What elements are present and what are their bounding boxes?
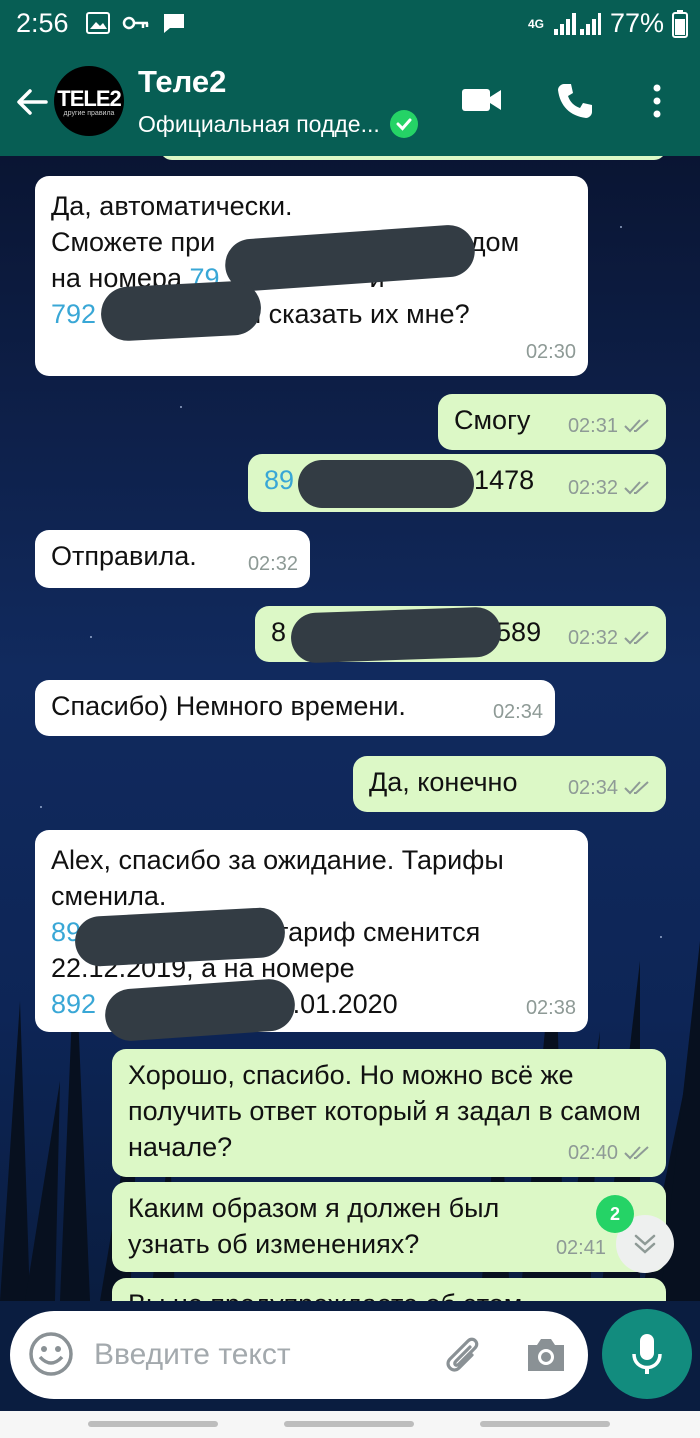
double-check-icon	[624, 1146, 649, 1160]
message-time: 02:41	[555, 1237, 606, 1259]
mic-icon	[632, 1334, 662, 1374]
message-incoming[interactable]: Отправила. 02:32	[35, 530, 310, 588]
composer-box	[10, 1311, 588, 1399]
message-text: Каким образом я должен был узнать об изм…	[128, 1193, 500, 1259]
message-time: 02:31	[567, 415, 618, 437]
nav-recents[interactable]	[88, 1421, 218, 1427]
message-text: Да, конечно	[369, 767, 518, 797]
scroll-down-icon	[634, 1234, 656, 1254]
phone-link[interactable]: 792	[51, 299, 96, 329]
status-time: 2:56	[16, 8, 69, 38]
message-text: Спасибо) Немного времени.	[51, 691, 406, 721]
message-meta: 02:34	[493, 694, 543, 730]
back-arrow-icon[interactable]	[14, 84, 50, 120]
redaction	[298, 460, 474, 508]
status-right: 4G 77%	[528, 8, 688, 39]
signal-icon	[553, 12, 601, 35]
message-outgoing[interactable]: 8 589 02:32	[255, 606, 666, 664]
chat-area[interactable]: Да, автоматически. Сможете приsms с кодо…	[0, 156, 700, 1301]
network-type: 4G	[527, 16, 544, 31]
status-notification-icons	[86, 12, 186, 34]
message-text: Смогу	[454, 405, 531, 435]
message-incoming[interactable]: Да, автоматически. Сможете приsms с кодо…	[35, 176, 588, 376]
message-outgoing[interactable]: Хорошо, спасибо. Но можно всё же получит…	[112, 1049, 666, 1177]
message-outgoing[interactable]: Да, конечно 02:34	[353, 756, 666, 812]
composer-bar	[0, 1301, 700, 1411]
message-outgoing[interactable]: Каким образом я должен был узнать об изм…	[112, 1182, 666, 1272]
message-line: Alex, спасибо за ожидание. Тарифы	[51, 845, 504, 875]
double-check-icon	[624, 481, 649, 495]
message-incoming[interactable]: Спасибо) Немного времени. 02:34	[35, 680, 555, 736]
battery-icon	[672, 9, 688, 38]
verified-icon	[389, 110, 418, 138]
message-text: Хорошо, спасибо. Но можно всё же получит…	[128, 1060, 641, 1162]
message-meta: 02:40	[568, 1135, 654, 1171]
message-meta: 02:34	[568, 770, 654, 806]
message-text: 589	[496, 617, 542, 647]
message-outgoing[interactable]: Смогу 02:31	[438, 394, 666, 450]
message-line: сменила.	[51, 881, 167, 911]
message-meta: 02:41	[556, 1230, 606, 1266]
message-text: 1478	[474, 465, 535, 495]
nav-home[interactable]	[284, 1421, 414, 1427]
nav-back[interactable]	[480, 1421, 610, 1427]
unread-count-badge: 2	[596, 1195, 634, 1233]
message-text: 8	[271, 617, 287, 647]
message-line: Да, автоматически.	[51, 191, 293, 221]
status-bar: 2:56 4G 77%	[0, 0, 700, 48]
message-outgoing[interactable]: 89 1478 02:32	[248, 454, 666, 512]
message-notification-icon	[164, 14, 184, 33]
chat-header: TELE2 другие правила Теле2 Официальная п…	[0, 48, 700, 156]
emoji-icon[interactable]	[28, 1331, 74, 1377]
message-input[interactable]	[94, 1333, 424, 1377]
message-time: 02:32	[567, 627, 618, 649]
message-incoming[interactable]: Alex, спасибо за ожидание. Тарифы сменил…	[35, 830, 588, 1043]
double-check-icon	[624, 631, 649, 645]
battery-level: 77%	[609, 8, 664, 38]
message-meta: 02:32	[568, 470, 654, 506]
gallery-icon	[86, 12, 110, 34]
message-bubble-partial[interactable]	[160, 156, 666, 160]
contact-name[interactable]: Теле2	[138, 64, 226, 100]
avatar-logo: TELE2	[57, 85, 121, 111]
message-meta: 02:31	[568, 408, 654, 444]
avatar[interactable]: TELE2 другие правила	[54, 66, 124, 136]
message-time: 02:38	[525, 997, 576, 1019]
contact-subtitle[interactable]: Официальная подде...	[138, 110, 418, 138]
message-text: Отправила.	[51, 541, 197, 571]
phone-link[interactable]: 892	[51, 989, 96, 1019]
system-nav-bar	[0, 1411, 700, 1438]
message-time: 02:34	[492, 701, 543, 723]
attach-icon[interactable]	[440, 1333, 484, 1377]
avatar-tagline: другие правила	[63, 109, 115, 117]
message-time: 02:32	[247, 553, 298, 575]
key-icon	[122, 16, 149, 30]
message-text: Вы не предупреждаете об этом	[128, 1289, 522, 1301]
double-check-icon	[624, 419, 649, 433]
message-meta: 02:32	[568, 620, 654, 656]
redaction	[290, 606, 502, 664]
message-time: 02:40	[567, 1142, 618, 1164]
mic-button[interactable]	[602, 1309, 692, 1399]
camera-icon[interactable]	[524, 1333, 568, 1377]
message-meta: 02:38	[526, 990, 576, 1026]
double-check-icon	[624, 781, 649, 795]
message-time: 02:30	[525, 341, 576, 363]
video-call-icon[interactable]	[461, 82, 503, 118]
phone-icon[interactable]	[556, 82, 594, 120]
phone-link[interactable]: 89	[264, 465, 294, 495]
message-time: 02:34	[567, 777, 618, 799]
more-options-icon[interactable]	[650, 82, 664, 120]
message-outgoing[interactable]: Вы не предупреждаете об этом	[112, 1278, 666, 1301]
message-meta: 02:30	[526, 334, 576, 370]
message-meta: 02:32	[248, 546, 298, 582]
message-time: 02:32	[567, 477, 618, 499]
redaction	[99, 279, 263, 343]
contact-status: Официальная подде...	[138, 110, 380, 137]
